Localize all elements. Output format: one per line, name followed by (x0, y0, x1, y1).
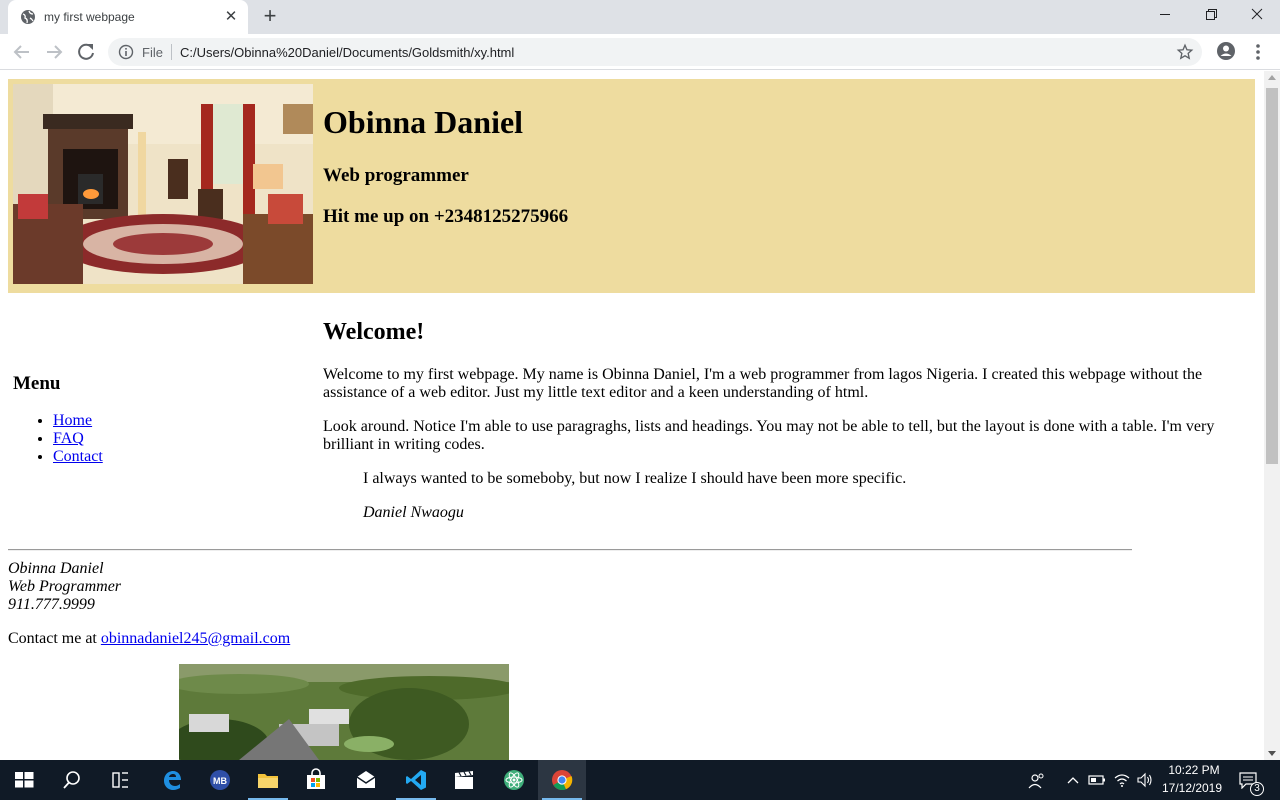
welcome-heading: Welcome! (323, 319, 425, 345)
scroll-up-arrow-icon[interactable] (1268, 75, 1276, 80)
search-button[interactable] (48, 760, 96, 800)
tab-strip: my first webpage ✕ + (0, 0, 1280, 34)
menu-heading: Menu (13, 373, 61, 394)
minimize-button[interactable] (1142, 0, 1188, 30)
volume-icon[interactable] (1136, 772, 1154, 788)
scroll-down-arrow-icon[interactable] (1268, 751, 1276, 756)
battery-icon[interactable] (1088, 773, 1106, 787)
forward-icon[interactable] (42, 40, 66, 64)
page-header: Obinna Daniel Web programmer Hit me up o… (8, 79, 1255, 293)
windows-start-icon (15, 772, 34, 788)
email-link[interactable]: obinnadaniel245@gmail.com (101, 630, 290, 647)
url-text[interactable]: C:/Users/Obinna%20Daniel/Documents/Golds… (180, 45, 514, 60)
site-role-heading: Web programmer (323, 165, 469, 186)
layout-paragraph: Look around. Notice I'm able to use para… (323, 418, 1215, 453)
more-menu-icon[interactable] (1250, 41, 1266, 63)
taskbar-edge[interactable] (148, 760, 196, 800)
atom-icon (504, 770, 524, 790)
windows-taskbar: MB (0, 760, 1280, 800)
globe-icon (21, 10, 35, 24)
malwarebytes-icon: MB (210, 770, 230, 790)
restore-button[interactable] (1188, 0, 1234, 30)
menu-item-home: Home (53, 412, 103, 430)
address-bar[interactable]: File C:/Users/Obinna%20Daniel/Documents/… (108, 38, 1202, 66)
new-tab-button[interactable]: + (258, 5, 282, 29)
tab-title: my first webpage (44, 10, 135, 24)
page-viewport: Obinna Daniel Web programmer Hit me up o… (0, 71, 1264, 760)
taskbar-chrome[interactable] (538, 760, 586, 800)
svg-text:MB: MB (213, 776, 227, 786)
contact-link[interactable]: Contact (53, 448, 103, 465)
start-button[interactable] (0, 760, 48, 800)
minimize-icon (1160, 14, 1170, 15)
site-name-heading: Obinna Daniel (323, 104, 524, 140)
contact-line: Contact me at obinnadaniel245@gmail.com (8, 630, 290, 648)
people-icon[interactable] (1028, 772, 1046, 790)
vscode-icon (406, 770, 426, 790)
taskbar-malwarebytes[interactable]: MB (196, 760, 244, 800)
mail-icon (356, 771, 376, 788)
clock-time[interactable]: 10:22 PM (1164, 763, 1224, 777)
reload-icon[interactable] (74, 40, 98, 64)
taskbar-atom[interactable] (490, 760, 538, 800)
menu-item-faq: FAQ (53, 430, 103, 448)
intro-paragraph: Welcome to my first webpage. My name is … (323, 366, 1203, 401)
info-icon[interactable] (118, 44, 134, 60)
chrome-icon (552, 770, 573, 790)
close-window-button[interactable] (1234, 0, 1280, 30)
quote-text: I always wanted to be someboby, but now … (363, 470, 907, 487)
video-editor-icon (455, 771, 473, 789)
file-scheme-label: File (142, 45, 163, 60)
contact-prefix: Contact me at (8, 630, 101, 647)
taskbar-mail[interactable] (342, 760, 390, 800)
home-link[interactable]: Home (53, 412, 92, 429)
profile-icon[interactable] (1215, 40, 1237, 62)
aerial-village-photo (179, 664, 509, 760)
browser-toolbar: File C:/Users/Obinna%20Daniel/Documents/… (0, 34, 1280, 70)
taskbar-file-explorer[interactable] (244, 760, 292, 800)
notification-count-badge: 3 (1250, 782, 1264, 796)
back-icon[interactable] (10, 40, 34, 64)
address-name: Obinna Daniel (8, 560, 104, 577)
wifi-icon[interactable] (1113, 772, 1131, 788)
close-tab-icon[interactable]: ✕ (222, 8, 240, 26)
omnibox-separator (171, 44, 172, 60)
clock-date[interactable]: 17/12/2019 (1160, 781, 1224, 795)
address-role: Web Programmer (8, 578, 122, 595)
file-explorer-icon (258, 774, 278, 788)
horizontal-rule (8, 549, 1132, 551)
chevron-up-icon[interactable] (1066, 774, 1080, 786)
store-icon (307, 768, 325, 789)
taskbar-video-editor[interactable] (440, 760, 488, 800)
restore-icon (1206, 9, 1217, 20)
living-room-photo (13, 84, 313, 284)
browser-tab[interactable]: my first webpage ✕ (8, 0, 248, 34)
bookmark-star-icon[interactable] (1176, 43, 1194, 61)
taskbar-vscode[interactable] (392, 760, 440, 800)
faq-link[interactable]: FAQ (53, 430, 84, 447)
menu-item-contact: Contact (53, 448, 103, 466)
edge-icon (164, 771, 181, 790)
search-icon (63, 771, 80, 789)
task-view-icon (112, 772, 128, 788)
address-phone: 911.777.9999 (8, 596, 95, 613)
task-view-button[interactable] (96, 760, 144, 800)
taskbar-store[interactable] (292, 760, 340, 800)
page-scrollbar[interactable] (1264, 71, 1280, 760)
scroll-thumb[interactable] (1266, 88, 1278, 464)
site-phone-heading: Hit me up on +2348125275966 (323, 206, 569, 227)
close-icon (1251, 8, 1263, 20)
quote-author: Daniel Nwaogu (363, 504, 464, 521)
menu-list: Home FAQ Contact (53, 412, 103, 466)
